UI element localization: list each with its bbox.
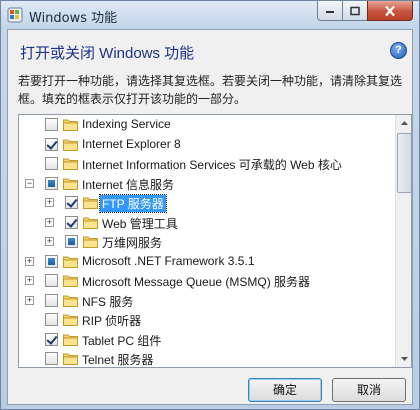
folder-icon (83, 216, 98, 229)
feature-row[interactable]: + Microsoft Message Queue (MSMQ) 服务器 (19, 271, 395, 291)
collapse-icon[interactable]: − (25, 178, 34, 188)
expand-icon[interactable]: + (25, 295, 34, 305)
feature-label[interactable]: Telnet 服务器 (80, 351, 155, 367)
feature-checkbox[interactable] (65, 196, 78, 209)
expand-icon[interactable]: + (45, 217, 54, 227)
close-button[interactable] (367, 1, 413, 21)
feature-checkbox[interactable] (45, 157, 58, 170)
maximize-button[interactable] (342, 1, 368, 21)
feature-row[interactable]: + Microsoft .NET Framework 3.5.1 (19, 252, 395, 272)
dialog-heading: 打开或关闭 Windows 功能 (20, 45, 195, 62)
feature-row[interactable]: Internet Information Services 可承载的 Web 核… (19, 154, 395, 174)
cancel-button[interactable]: 取消 (332, 378, 406, 402)
folder-icon (63, 333, 78, 346)
feature-label[interactable]: Internet Information Services 可承载的 Web 核… (80, 156, 344, 173)
title-bar[interactable]: Windows 功能 (1, 1, 419, 29)
folder-icon (63, 294, 78, 307)
feature-row[interactable]: Internet Explorer 8 (19, 135, 395, 155)
feature-row[interactable]: − Internet 信息服务 (19, 174, 395, 194)
folder-icon (63, 118, 78, 131)
folder-icon (63, 313, 78, 326)
folder-icon (63, 177, 78, 190)
feature-checkbox[interactable] (45, 332, 58, 346)
feature-checkbox[interactable] (45, 293, 58, 307)
vertical-scrollbar[interactable] (395, 115, 412, 367)
feature-label[interactable]: RIP 侦听器 (80, 312, 143, 329)
feature-label[interactable]: Web 管理工具 (100, 215, 180, 232)
feature-row[interactable]: + NFS 服务 (19, 291, 395, 311)
feature-label[interactable]: FTP 服务器 (99, 194, 167, 213)
feature-checkbox[interactable] (45, 352, 58, 365)
feature-label[interactable]: Microsoft .NET Framework 3.5.1 (80, 254, 257, 268)
help-icon[interactable]: ? (390, 42, 407, 59)
minimize-button[interactable] (317, 1, 343, 21)
expand-icon[interactable]: + (25, 256, 34, 266)
close-icon (385, 5, 395, 16)
feature-checkbox[interactable] (65, 235, 78, 248)
feature-label[interactable]: NFS 服务 (80, 293, 135, 310)
feature-row[interactable]: Tablet PC 组件 (19, 330, 395, 350)
feature-checkbox[interactable] (45, 254, 58, 268)
maximize-icon (350, 6, 360, 15)
feature-label[interactable]: Indexing Service (80, 117, 173, 131)
windows-features-dialog: Windows 功能 打开或关闭 Windows 功能 ? 若要打开一种功能，请… (0, 0, 420, 410)
feature-row[interactable]: + 万维网服务 (19, 232, 395, 252)
feature-row[interactable]: Indexing Service (19, 115, 395, 135)
feature-tree[interactable]: Indexing Service Internet Explorer 8 Inter… (18, 114, 412, 368)
folder-icon (63, 138, 78, 151)
minimize-icon (326, 10, 334, 13)
feature-label[interactable]: Microsoft Message Queue (MSMQ) 服务器 (80, 273, 312, 290)
folder-icon (83, 196, 98, 209)
expand-icon[interactable]: + (45, 237, 54, 246)
feature-checkbox[interactable] (45, 118, 58, 131)
feature-row[interactable]: RIP 侦听器 (19, 310, 395, 330)
feature-checkbox[interactable] (45, 176, 58, 190)
folder-icon (63, 157, 78, 170)
scroll-down-icon[interactable] (396, 350, 412, 367)
folder-icon (63, 274, 78, 287)
feature-checkbox[interactable] (45, 274, 58, 287)
feature-label[interactable]: 万维网服务 (100, 234, 164, 251)
feature-row[interactable]: + Web 管理工具 (19, 213, 395, 233)
feature-label[interactable]: Internet 信息服务 (80, 176, 176, 193)
feature-checkbox[interactable] (45, 137, 58, 151)
dialog-client-area: 打开或关闭 Windows 功能 ? 若要打开一种功能，请选择其复选框。若要关闭… (7, 29, 413, 405)
feature-row[interactable]: Telnet 服务器 (19, 349, 395, 367)
feature-checkbox[interactable] (65, 215, 78, 229)
windows-features-icon (7, 7, 23, 23)
feature-label[interactable]: Tablet PC 组件 (80, 332, 163, 349)
folder-icon (63, 352, 78, 365)
folder-icon (83, 235, 98, 248)
expand-icon[interactable]: + (25, 276, 34, 285)
window-title: Windows 功能 (29, 11, 118, 26)
feature-label[interactable]: Internet Explorer 8 (80, 137, 183, 151)
scroll-thumb[interactable] (397, 133, 411, 193)
feature-checkbox[interactable] (45, 313, 58, 326)
ok-button[interactable]: 确定 (248, 378, 322, 402)
folder-icon (63, 255, 78, 268)
expand-icon[interactable]: + (45, 198, 54, 207)
scroll-up-icon[interactable] (396, 115, 412, 132)
feature-row[interactable]: + FTP 服务器 (19, 193, 395, 213)
dialog-description: 若要打开一种功能，请选择其复选框。若要关闭一种功能，请清除其复选框。填充的框表示… (18, 74, 403, 106)
